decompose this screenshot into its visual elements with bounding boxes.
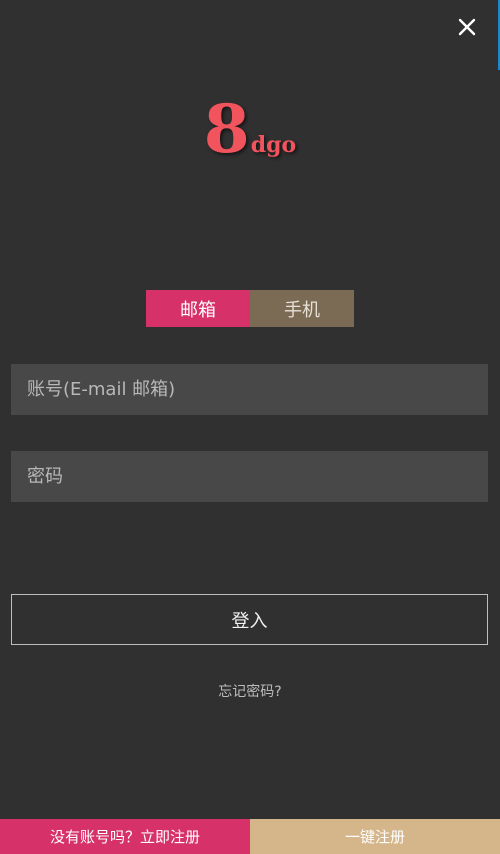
tab-phone[interactable]: 手机 (250, 290, 354, 327)
account-input[interactable] (11, 364, 488, 415)
login-button[interactable]: 登入 (11, 594, 488, 645)
close-button[interactable] (452, 12, 482, 42)
close-icon (458, 18, 476, 36)
logo-text: dgo (250, 132, 297, 158)
forgot-password-link[interactable]: 忘记密码? (0, 681, 500, 701)
tab-email[interactable]: 邮箱 (146, 290, 250, 327)
app-logo: 8dgo (0, 96, 500, 162)
login-method-tabs: 邮箱 手机 (146, 290, 354, 327)
password-input[interactable] (11, 451, 488, 502)
quick-register-button[interactable]: 一键注册 (250, 819, 500, 854)
logo-number: 8 (203, 90, 250, 168)
footer-bar: 没有账号吗？立即注册 一键注册 (0, 819, 500, 854)
register-link-button[interactable]: 没有账号吗？立即注册 (0, 819, 250, 854)
